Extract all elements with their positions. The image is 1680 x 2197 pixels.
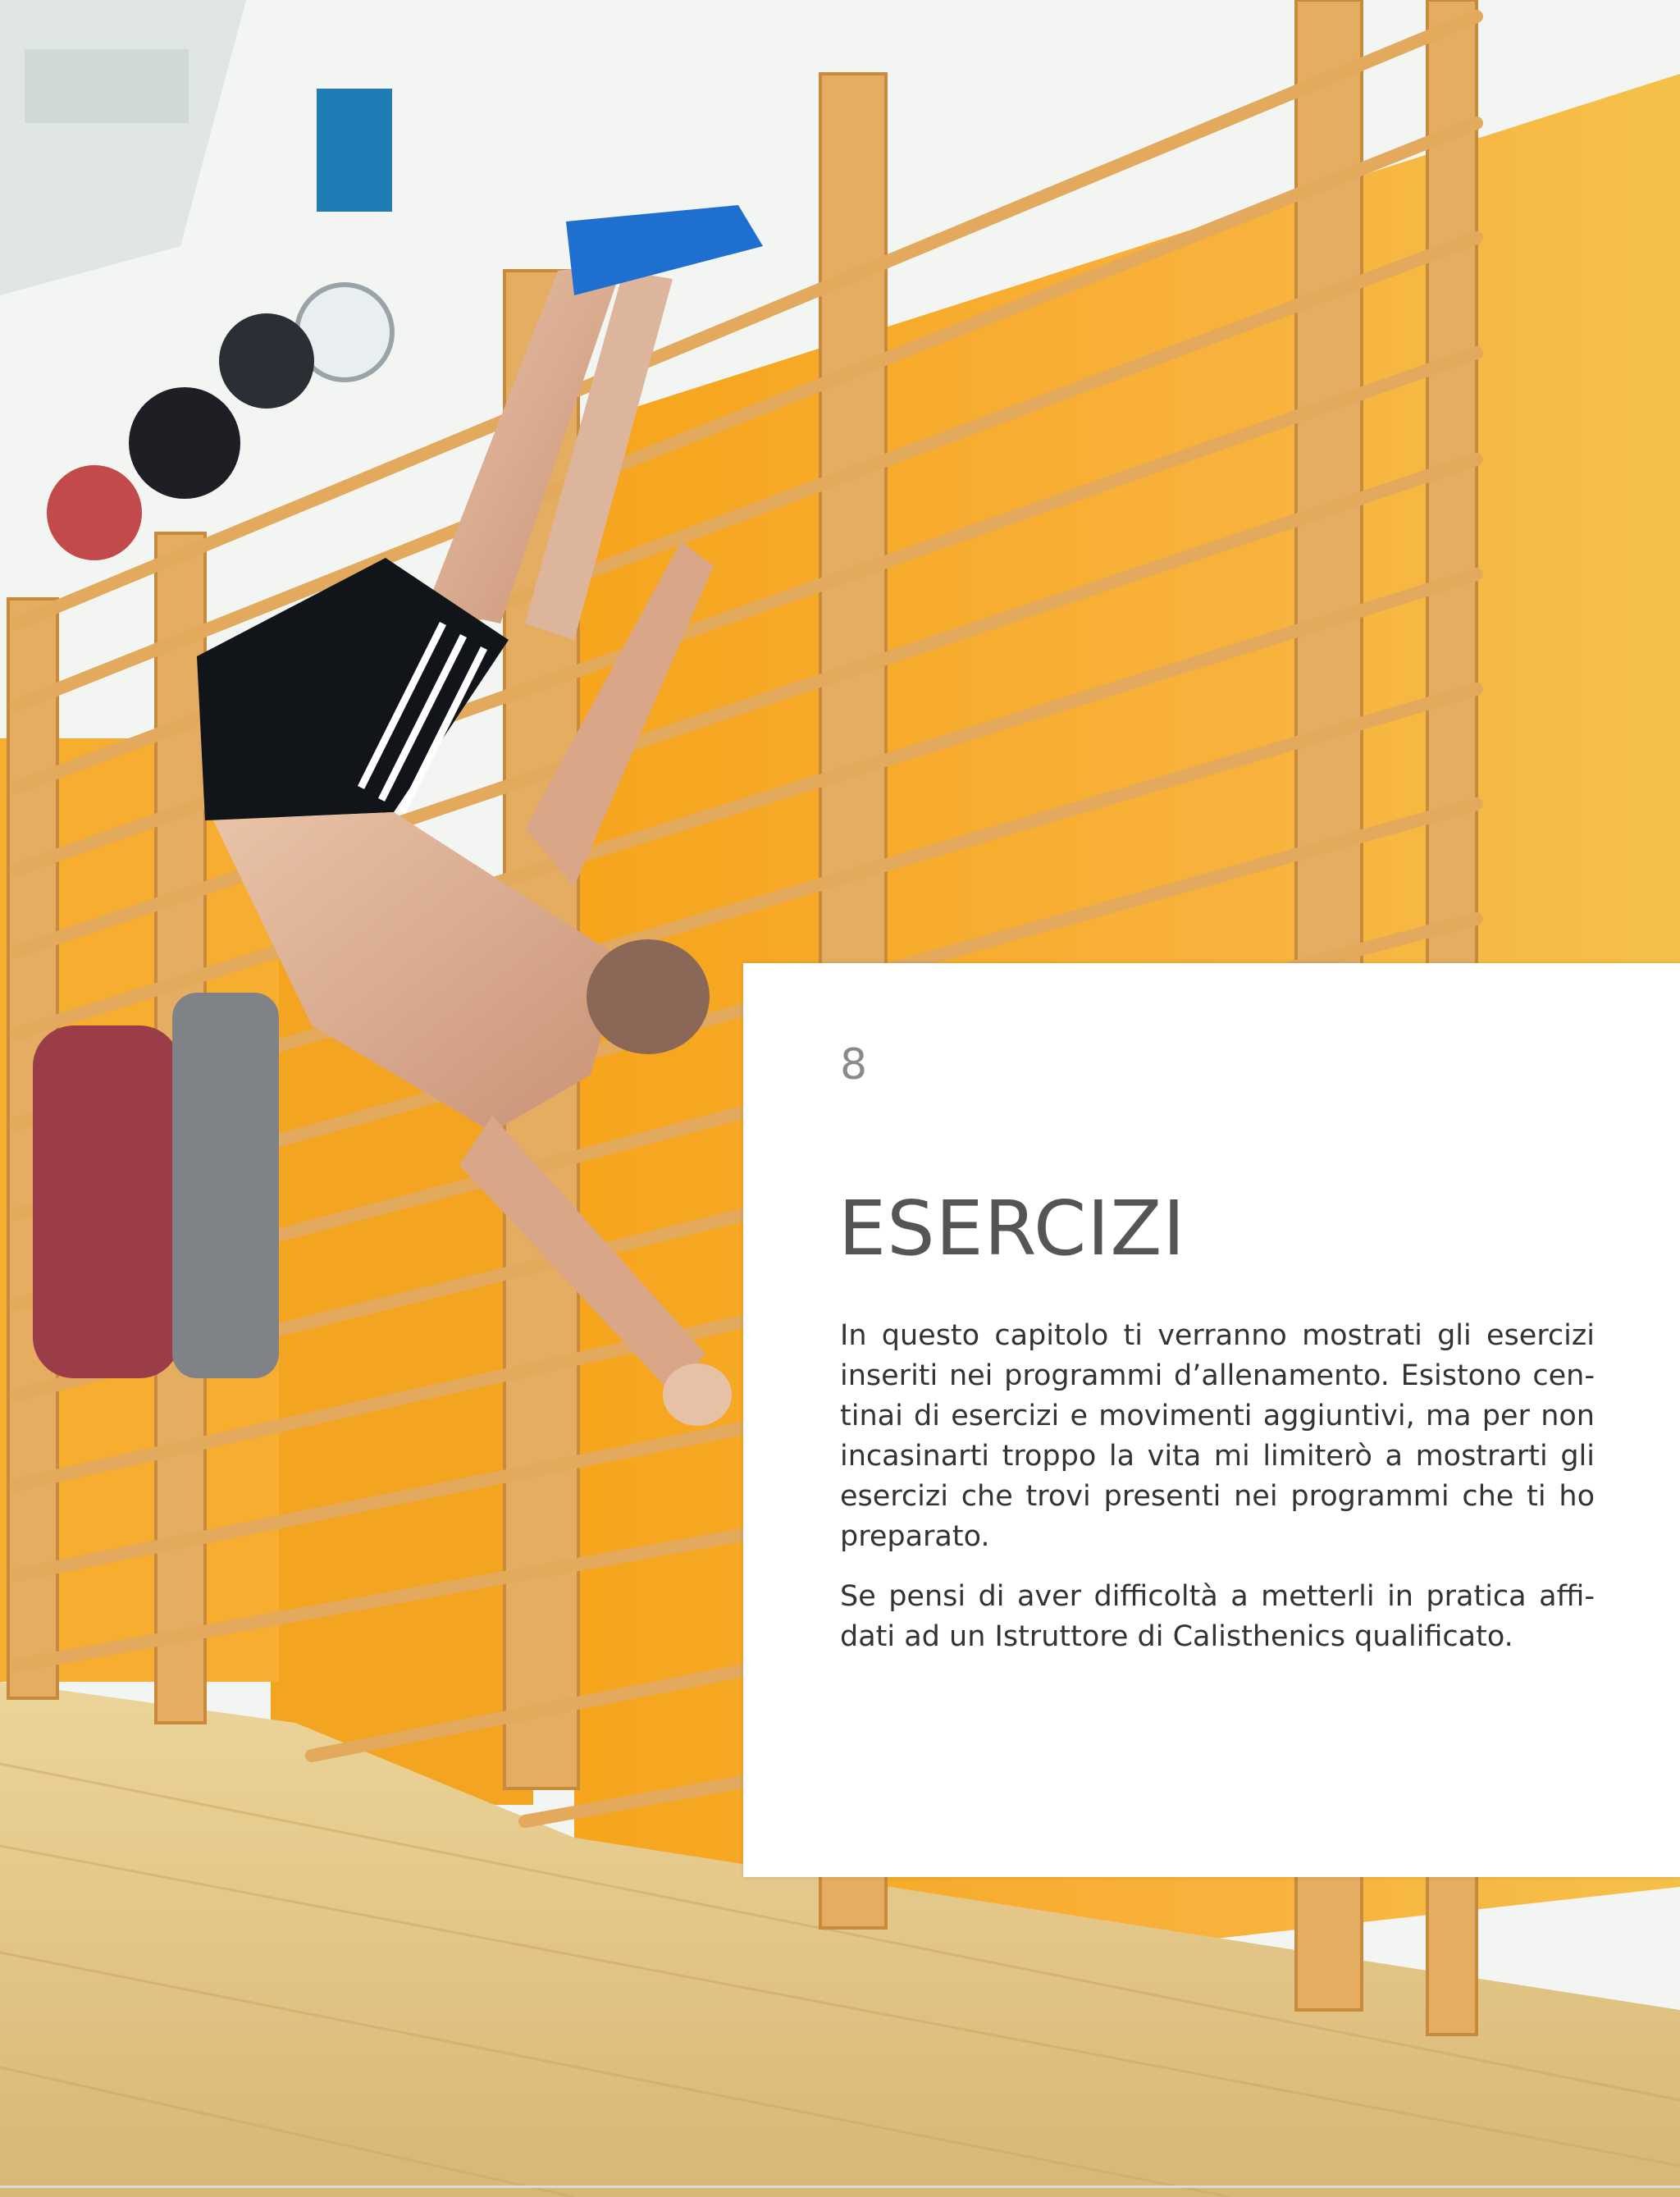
page-bottom-rule: [0, 2186, 1680, 2188]
chapter-number: 8: [840, 1040, 868, 1089]
ceiling-duct: [25, 49, 189, 123]
exit-sign: [317, 89, 392, 212]
medicine-ball-red: [47, 465, 142, 560]
chapter-intro-panel: 8 ESERCIZI In questo capitolo ti verrann…: [743, 963, 1680, 1877]
chapter-title: ESERCIZI: [838, 1185, 1186, 1272]
intro-paragraph: In questo capitolo ti verranno mostrati …: [840, 1319, 1595, 1553]
medicine-ball-dark: [219, 313, 314, 409]
grey-mat: [172, 993, 279, 1378]
medicine-ball-black: [129, 387, 240, 499]
chapter-body: In questo capitolo ti verranno mostrati …: [840, 1316, 1595, 1677]
instructor-paragraph: Se pensi di aver difficoltà a metterli i…: [840, 1580, 1595, 1653]
red-mat: [33, 1025, 180, 1378]
